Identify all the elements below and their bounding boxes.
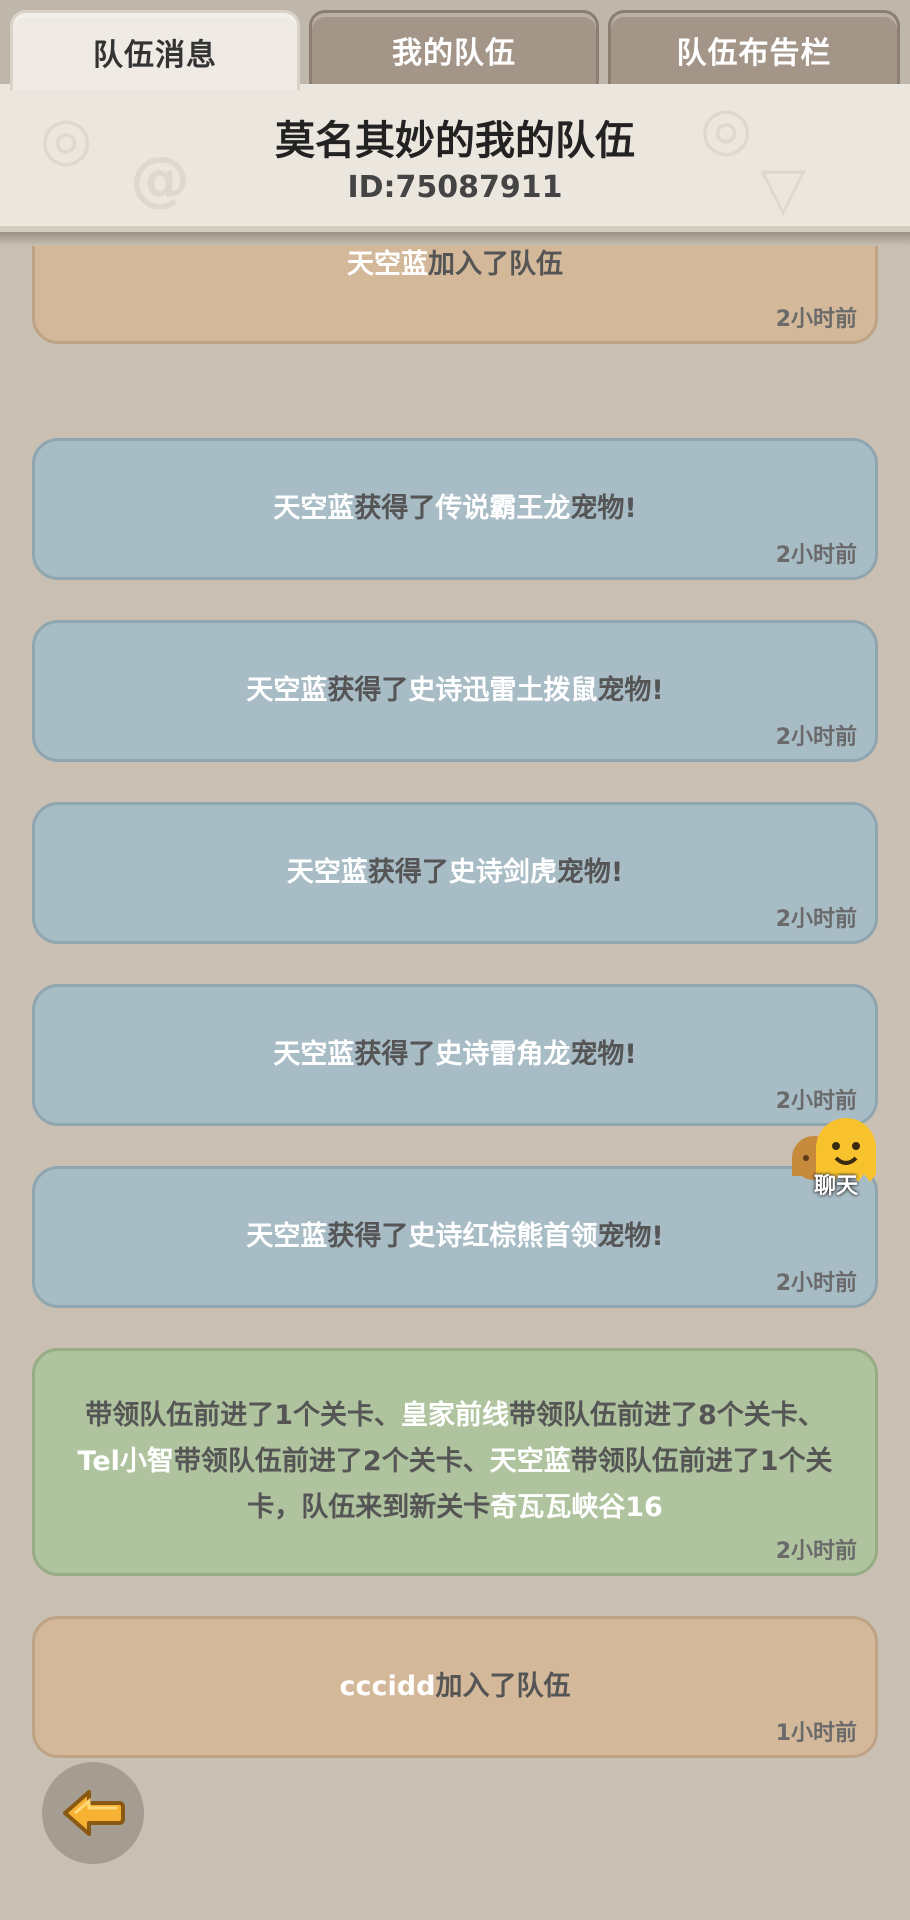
chat-button[interactable]: 聊天 [786, 1118, 886, 1200]
message-card: 带领队伍前进了1个关卡、皇家前线带领队伍前进了8个关卡、 Tel小智带领队伍前进了… [32, 1348, 878, 1576]
message-highlight: 天空蓝 [347, 249, 428, 280]
message-card: 天空蓝加入了队伍 2小时前 [32, 246, 878, 344]
message-feed[interactable]: 天空蓝加入了队伍 2小时前 天空蓝获得了传说霸王龙宠物! 2小时前 天空蓝获得了史诗迅雷… [0, 246, 910, 1920]
message-part: 加入了队伍 [428, 249, 563, 280]
message-card: cccidd加入了队伍 1小时前 [32, 1616, 878, 1758]
message-timestamp: 2小时前 [775, 725, 857, 750]
message-part: 加入了队伍 [435, 1671, 571, 1702]
message-text: 天空蓝获得了史诗迅雷土拨鼠宠物! [206, 668, 703, 714]
message-part: 获得了 [367, 857, 449, 888]
message-timestamp: 1小时前 [775, 1721, 857, 1746]
message-text: 天空蓝加入了队伍 [307, 246, 603, 288]
message-text: 带领队伍前进了1个关卡、皇家前线带领队伍前进了8个关卡、 Tel小智带领队伍前进了… [35, 1393, 875, 1531]
message-highlight: 史诗红棕熊首领 [408, 1221, 598, 1252]
message-part: 获得了 [354, 1039, 436, 1070]
message-part: 宠物! [570, 493, 637, 524]
message-part: 带领队伍前进了2个关卡、 [173, 1446, 490, 1477]
message-highlight: 史诗剑虎 [448, 857, 557, 888]
message-timestamp: 2小时前 [775, 907, 857, 932]
tab-team-bulletin[interactable]: 队伍布告栏 [608, 10, 900, 86]
message-highlight: 天空蓝 [273, 1039, 355, 1070]
tab-my-team[interactable]: 我的队伍 [309, 10, 599, 86]
message-part: 宠物! [556, 857, 624, 888]
message-highlight: cccidd [339, 1671, 436, 1702]
message-timestamp: 2小时前 [775, 307, 857, 332]
header-shadow [0, 232, 910, 246]
message-text: 天空蓝获得了史诗剑虎宠物! [247, 850, 663, 896]
message-highlight: 天空蓝 [273, 493, 355, 524]
message-timestamp: 2小时前 [775, 1089, 857, 1114]
message-highlight: 天空蓝 [246, 675, 328, 706]
message-highlight: 皇家前线 [401, 1400, 509, 1431]
back-arrow-icon [63, 1790, 125, 1836]
message-highlight: Tel小智 [77, 1446, 174, 1477]
team-name: 莫名其妙的我的队伍 [275, 118, 635, 164]
team-id: ID:75087911 [347, 170, 563, 205]
message-highlight: 天空蓝 [489, 1446, 571, 1477]
message-timestamp: 2小时前 [775, 1539, 857, 1564]
message-timestamp: 2小时前 [775, 1271, 857, 1296]
message-highlight: 史诗迅雷土拨鼠 [408, 675, 598, 706]
message-card: 天空蓝获得了史诗迅雷土拨鼠宠物! 2小时前 [32, 620, 878, 762]
message-card: 天空蓝获得了史诗剑虎宠物! 2小时前 [32, 802, 878, 944]
message-text: 天空蓝获得了传说霸王龙宠物! [233, 486, 676, 532]
message-card: 天空蓝获得了史诗雷角龙宠物! 2小时前 [32, 984, 878, 1126]
message-part: 宠物! [570, 1039, 637, 1070]
message-timestamp: 2小时前 [775, 543, 857, 568]
message-part: 带领队伍前进了8个关卡、 [509, 1400, 825, 1431]
tab-bar: 队伍消息 我的队伍 队伍布告栏 [0, 0, 910, 90]
message-highlight: 史诗雷角龙 [435, 1039, 571, 1070]
message-highlight: 天空蓝 [286, 857, 368, 888]
message-part: 带领队伍前进了1个关卡、 [85, 1400, 401, 1431]
message-text: cccidd加入了队伍 [300, 1664, 611, 1710]
message-part: 宠物! [597, 1221, 664, 1252]
message-part: 获得了 [354, 493, 436, 524]
message-text: 天空蓝获得了史诗红棕熊首领宠物! [206, 1214, 703, 1260]
message-text: 天空蓝获得了史诗雷角龙宠物! [233, 1032, 676, 1078]
message-card: 天空蓝获得了史诗红棕熊首领宠物! 2小时前 [32, 1166, 878, 1308]
chat-label: 聊天 [813, 1174, 858, 1199]
message-highlight: 传说霸王龙 [435, 493, 571, 524]
team-header: ◎ @ ◎ ▽ 莫名其妙的我的队伍 ID:75087911 [0, 84, 910, 232]
message-highlight: 奇瓦瓦峡谷16 [490, 1492, 663, 1523]
message-part: 获得了 [327, 675, 409, 706]
tab-team-messages[interactable]: 队伍消息 [10, 10, 300, 90]
message-card: 天空蓝获得了传说霸王龙宠物! 2小时前 [32, 438, 878, 580]
message-part: 获得了 [327, 1221, 409, 1252]
message-part: 宠物! [597, 675, 664, 706]
back-button[interactable] [42, 1762, 144, 1864]
message-highlight: 天空蓝 [246, 1221, 328, 1252]
